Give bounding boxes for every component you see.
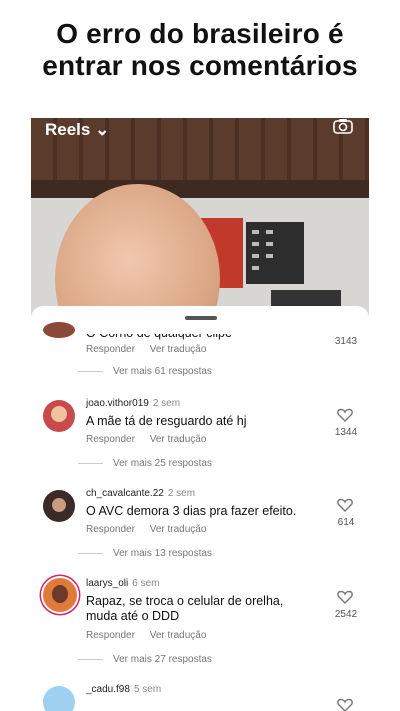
reel-board xyxy=(246,222,304,284)
comment-username[interactable]: laarys_oli 6 sem xyxy=(86,578,159,589)
avatar[interactable] xyxy=(43,490,75,522)
comment-item: ch_cavalcante.22 2 sem O AVC demora 3 dia… xyxy=(31,484,369,574)
comment-username[interactable]: ch_cavalcante.22 2 sem xyxy=(86,488,195,499)
view-more-replies[interactable]: Ver mais 25 respostas xyxy=(78,458,212,469)
comments-sheet: O Corno de qualquer clipe Responder Ver … xyxy=(31,306,369,711)
translate-button[interactable]: Ver tradução xyxy=(150,630,207,641)
comment-actions: Responder Ver tradução xyxy=(86,434,206,445)
view-more-label: Ver mais 13 respostas xyxy=(113,548,212,559)
caption-line-2: entrar nos comentários xyxy=(42,50,358,81)
reels-tab[interactable]: Reels ⌄ xyxy=(45,120,109,140)
comment-time: 2 sem xyxy=(167,488,196,499)
comment-time: 2 sem xyxy=(152,398,181,409)
view-more-replies[interactable]: Ver mais 13 respostas xyxy=(78,548,212,559)
avatar[interactable] xyxy=(43,322,75,338)
comment-username[interactable]: joao.vithor019 2 sem xyxy=(86,398,180,409)
heart-icon[interactable] xyxy=(337,498,353,512)
comment-item: laarys_oli 6 sem Rapaz, se troca o celula… xyxy=(31,574,369,684)
comment-actions: Responder Ver tradução xyxy=(86,630,206,641)
avatar[interactable] xyxy=(43,686,75,711)
heart-icon[interactable] xyxy=(337,408,353,422)
comment-text: O Corno de qualquer clipe xyxy=(86,326,232,340)
reel-beam xyxy=(31,180,369,198)
caption-title: O erro do brasileiro é entrar nos coment… xyxy=(0,18,400,82)
avatar-story[interactable] xyxy=(43,578,77,612)
comment-text: Rapaz, se troca o celular de orelha, mud… xyxy=(86,594,284,623)
heart-icon[interactable] xyxy=(337,698,353,711)
reel-video[interactable] xyxy=(31,118,369,318)
comment-item: O Corno de qualquer clipe Responder Ver … xyxy=(31,306,369,386)
translate-button[interactable]: Ver tradução xyxy=(150,524,207,535)
view-more-label: Ver mais 61 respostas xyxy=(113,366,212,377)
heart-icon[interactable] xyxy=(337,590,353,604)
translate-button[interactable]: Ver tradução xyxy=(150,344,207,355)
view-more-label: Ver mais 25 respostas xyxy=(113,458,212,469)
comment-text: O AVC demora 3 dias pra fazer efeito. xyxy=(86,504,297,518)
comment-actions: Responder Ver tradução xyxy=(86,524,206,535)
comment-item: _cadu.f98 5 sem xyxy=(31,682,369,711)
avatar[interactable] xyxy=(43,400,75,432)
view-more-replies[interactable]: Ver mais 61 respostas xyxy=(78,366,212,377)
comment-text: A mãe tá de resguardo até hj xyxy=(86,414,247,428)
view-more-replies[interactable]: Ver mais 27 respostas xyxy=(78,654,212,665)
caption-line-1: O erro do brasileiro é xyxy=(56,18,344,49)
comment-username[interactable]: _cadu.f98 5 sem xyxy=(86,684,161,695)
like-count: 3143 xyxy=(334,336,358,347)
reply-button[interactable]: Responder xyxy=(86,524,135,535)
comment-time: 5 sem xyxy=(133,684,162,695)
camera-icon[interactable] xyxy=(333,118,353,134)
reply-button[interactable]: Responder xyxy=(86,344,135,355)
comment-time: 6 sem xyxy=(132,578,160,589)
like-count: 2542 xyxy=(334,609,358,620)
translate-button[interactable]: Ver tradução xyxy=(150,434,207,445)
comment-actions: Responder Ver tradução xyxy=(86,344,206,355)
reply-button[interactable]: Responder xyxy=(86,630,135,641)
comment-item: joao.vithor019 2 sem A mãe tá de resguard… xyxy=(31,394,369,484)
like-count: 1344 xyxy=(334,427,358,438)
view-more-label: Ver mais 27 respostas xyxy=(113,654,212,665)
like-count: 614 xyxy=(337,517,355,528)
reply-button[interactable]: Responder xyxy=(86,434,135,445)
